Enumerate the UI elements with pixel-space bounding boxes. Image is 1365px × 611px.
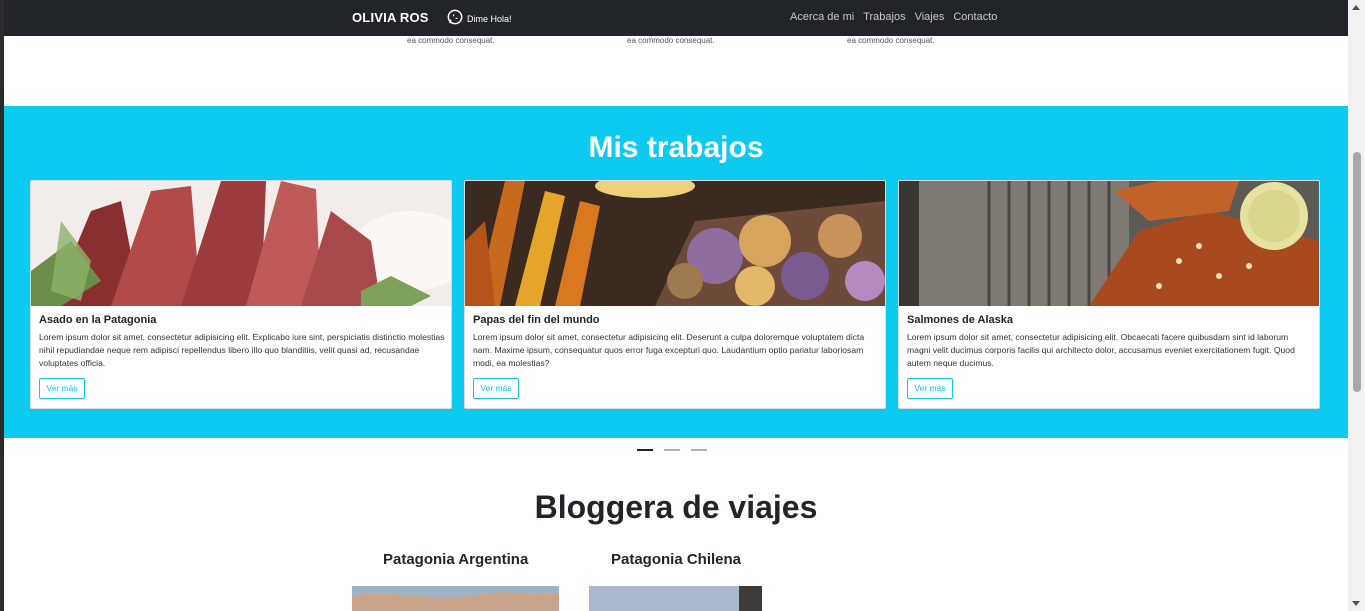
card-title: Asado en la Patagonia [39,314,157,326]
blog-image[interactable] [589,586,762,611]
ver-mas-button[interactable]: Ver más [907,378,953,399]
about-text-tail: ea commodo consequat. [847,36,935,45]
scroll-thumb[interactable] [1353,152,1361,392]
card-title: Salmones de Alaska [907,314,1013,326]
section-title: Mis trabajos [588,131,764,164]
nav-link-contacto[interactable]: Contacto [953,11,997,23]
card-title: Papas del fin del mundo [473,314,600,326]
navbar: OLIVIA ROS Dime Hola! Acerca de mi Traba… [4,0,1348,36]
blog-section-title: Bloggera de viajes [534,489,818,525]
scroll-up-icon[interactable] [1352,5,1360,10]
blog-item-title: Patagonia Chilena [611,551,742,568]
work-card: Asado en la Patagonia Lorem ipsum dolor … [30,180,452,409]
nav-link-acerca[interactable]: Acerca de mi [790,11,854,23]
ver-mas-button[interactable]: Ver más [473,378,519,399]
whatsapp-link[interactable]: Dime Hola! [467,14,512,24]
card-text: Lorem ipsum dolor sit amet, consectetur … [473,332,865,368]
carousel-indicator[interactable] [664,449,680,451]
carousel-indicator[interactable] [691,449,707,451]
about-text-tail: ea commodo consequat. [627,36,715,45]
blog-image[interactable] [352,586,559,611]
about-text-tail: ea commodo consequat. [407,36,495,45]
work-card: Salmones de Alaska Lorem ipsum dolor sit… [898,180,1320,409]
nav-link-trabajos[interactable]: Trabajos [863,11,905,23]
card-image [899,181,1319,306]
page-viewport: OLIVIA ROS Dime Hola! Acerca de mi Traba… [4,0,1348,611]
work-card: Papas del fin del mundo Lorem ipsum dolo… [464,180,886,409]
scroll-down-icon[interactable] [1352,601,1360,606]
nav-links: Acerca de mi Trabajos Viajes Contacto [790,11,997,23]
page-scrollbar[interactable] [1348,0,1365,611]
blog-item-title: Patagonia Argentina [383,551,529,568]
works-section: Mis trabajos Asado en la Patagonia Lorem [4,106,1348,438]
card-text: Lorem ipsum dolor sit amet, consectetur … [907,332,1295,368]
carousel-indicators [637,449,707,451]
card-image [31,181,451,306]
card-text: Lorem ipsum dolor sit amet, consectetur … [39,332,445,368]
nav-link-viajes[interactable]: Viajes [915,11,945,23]
whatsapp-icon[interactable] [447,9,463,25]
ver-mas-button[interactable]: Ver más [39,378,85,399]
carousel-indicator[interactable] [637,449,653,451]
brand-logo[interactable]: OLIVIA ROS [352,10,429,25]
card-image [465,181,885,306]
